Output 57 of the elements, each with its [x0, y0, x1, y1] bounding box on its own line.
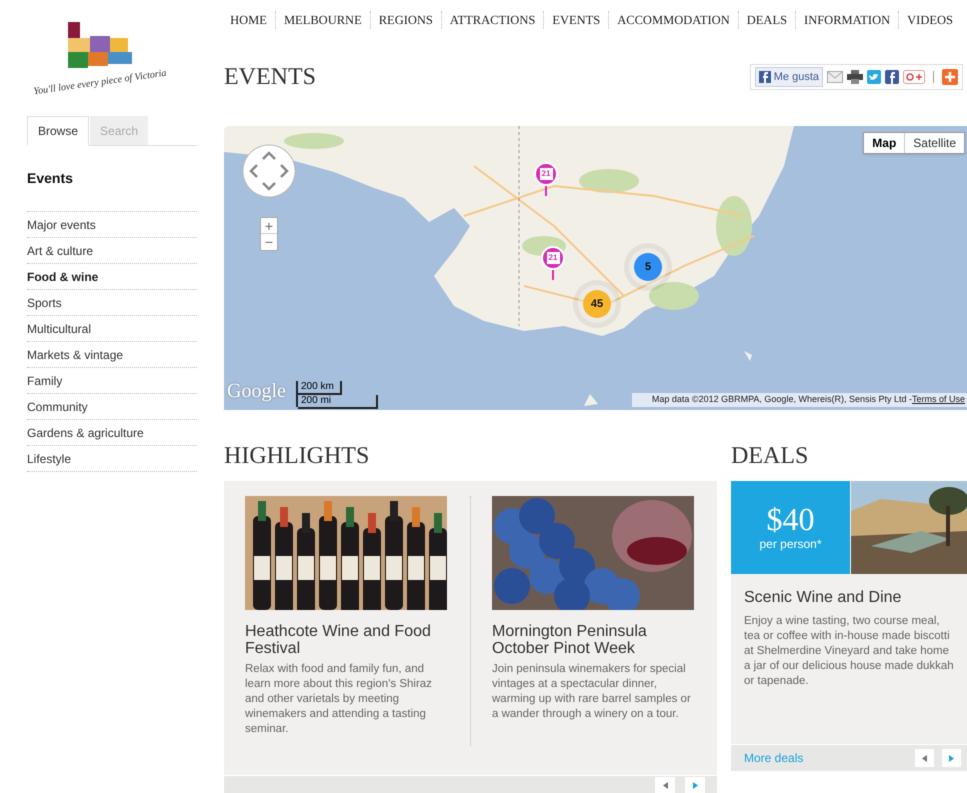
- deal-description: Enjoy a wine tasting, two course meal, tea or coffee with in-house made biscotti at Shelmerdine Vineyard and take home a jar of our delicious house made dukkah or tapenade.: [744, 614, 954, 689]
- pan-control-icon[interactable]: [242, 144, 296, 198]
- highlight-description: Relax with food and family fun, and learn more about this region's Shiraz and other varietals by meeting winemakers and attending a tasting seminar.: [245, 662, 433, 737]
- section-heading: DEALS: [731, 442, 810, 471]
- sidebar-link[interactable]: Major events: [27, 216, 96, 234]
- deal-price-unit: per person*: [759, 536, 822, 552]
- terms-link[interactable]: Terms of Use: [912, 393, 965, 407]
- previous-button[interactable]: [915, 749, 934, 767]
- sidebar-link[interactable]: Lifestyle: [27, 450, 72, 468]
- next-button[interactable]: [942, 749, 961, 767]
- left-arrow-icon: [922, 754, 927, 762]
- sidebar-link[interactable]: Markets & vintage: [27, 346, 124, 364]
- highlight-title[interactable]: Mornington Peninsula October Pinot Week: [492, 623, 696, 657]
- map-provider-logo: Google: [227, 379, 286, 404]
- sidebar-link[interactable]: Sports: [27, 294, 62, 312]
- deal-title[interactable]: Scenic Wine and Dine: [744, 586, 954, 610]
- zoom-out-button[interactable]: −: [261, 234, 277, 250]
- deal-price: $40: [766, 502, 814, 534]
- nav-link[interactable]: INFORMATION: [795, 11, 898, 29]
- map-scale: 200 km 200 mi: [296, 381, 378, 407]
- previous-button[interactable]: [655, 777, 675, 793]
- sidebar-link[interactable]: Family: [27, 372, 62, 390]
- logo-tagline: You'll love every piece of Victoria: [32, 66, 168, 100]
- facebook-icon[interactable]: [885, 70, 899, 84]
- nav-link[interactable]: EVENTS: [543, 11, 608, 29]
- left-arrow-icon: [662, 782, 668, 788]
- map-view[interactable]: Map Satellite + − 21 21 5 45 Google 200 km 200 mi Map data ©2012 GBRMPA, Google, Whereis(R), Sensis Pty Ltd -Terms of Use: [224, 126, 967, 410]
- sidebar-tab[interactable]: Browse: [27, 116, 90, 146]
- map-type-button[interactable]: Satellite: [905, 133, 964, 153]
- nav-link[interactable]: VIDEOS: [898, 11, 961, 29]
- section-heading: HIGHLIGHTS: [224, 442, 370, 471]
- nav-link[interactable]: ATTRACTIONS: [440, 11, 544, 29]
- print-icon[interactable]: [847, 70, 863, 84]
- nav-link[interactable]: MELBOURNE: [274, 11, 370, 29]
- nav-link[interactable]: DEALS: [738, 11, 796, 29]
- highlight-description: Join peninsula winemakers for special vintages at a spectacular dinner, warming up with rare barrel samples or a wander through a winery on a tour.: [492, 662, 692, 722]
- like-button[interactable]: Me gusta: [754, 67, 823, 87]
- nav-link[interactable]: REGIONS: [370, 11, 441, 29]
- next-button[interactable]: [685, 777, 705, 793]
- sidebar-link[interactable]: Food & wine: [27, 268, 98, 286]
- sidebar-link[interactable]: Art & culture: [27, 242, 94, 260]
- zoom-in-button[interactable]: +: [261, 218, 277, 234]
- facebook-icon: [758, 71, 771, 83]
- sidebar-link[interactable]: Multicultural: [27, 320, 92, 338]
- right-arrow-icon: [949, 754, 954, 762]
- nav-link[interactable]: ACCOMMODATION: [608, 11, 738, 29]
- sidebar-link[interactable]: Community: [27, 398, 88, 416]
- page-title: EVENTS: [224, 63, 316, 92]
- sidebar-link[interactable]: Gardens & agriculture: [27, 424, 144, 442]
- map-type-button[interactable]: Map: [864, 133, 906, 153]
- highlight-title[interactable]: Heathcote Wine and Food Festival: [245, 623, 449, 657]
- google-plus-icon[interactable]: [903, 70, 925, 84]
- add-icon[interactable]: [942, 69, 958, 85]
- nav-link[interactable]: HOME: [222, 11, 275, 29]
- map-attribution: Map data ©2012 GBRMPA, Google, Whereis(R), Sensis Pty Ltd -: [652, 393, 912, 406]
- right-arrow-icon: [692, 782, 698, 788]
- sidebar-heading: Events: [27, 169, 74, 188]
